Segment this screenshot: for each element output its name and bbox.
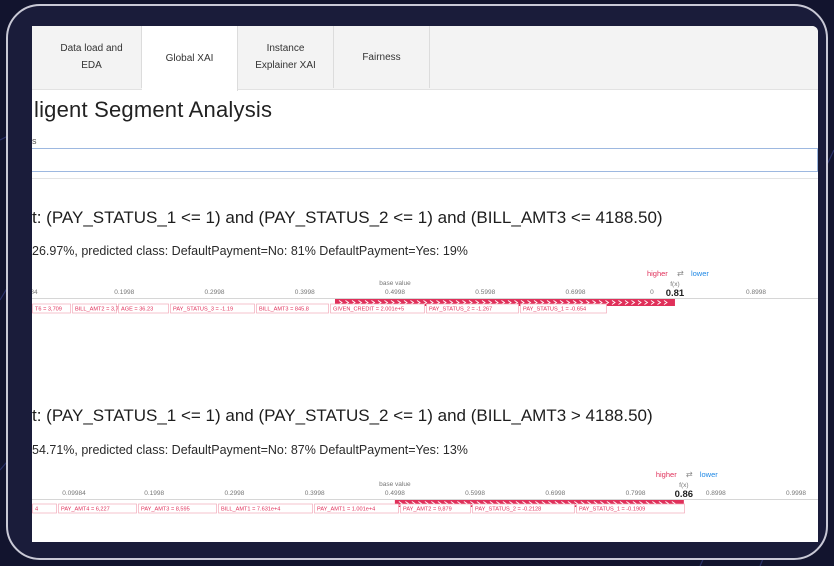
axis-tick-label: 0.5998	[475, 289, 495, 296]
tab-global-xai[interactable]: Global XAI	[142, 26, 238, 91]
axis-tick-label: 0.3998	[305, 490, 325, 497]
legend-higher: higher	[647, 269, 668, 278]
segment-title: t: (PAY_STATUS_1 <= 1) and (PAY_STATUS_2…	[32, 406, 653, 425]
tab-instance-explainer-xai[interactable]: Instance Explainer XAI	[238, 26, 334, 88]
segment-info: 26.97%, predicted class: DefaultPayment=…	[32, 244, 468, 258]
feature-tag: PAY_AMT3 = 8,595	[141, 507, 190, 513]
axis-tick-label: 0.6998	[566, 289, 586, 296]
feature-tag: PAY_STATUS_1 = -0.654	[523, 307, 586, 313]
base-value-label: base value	[379, 481, 411, 488]
feature-tag: GIVEN_CREDIT = 2.001e+5	[333, 307, 404, 313]
axis-tick-label: 0.6998	[545, 490, 565, 497]
tab-bar: Data load and EDA Global XAI Instance Ex…	[32, 26, 818, 91]
force-plot-svg: higher ⇄ lower f(x)0.81 base value 84 0.1998 0.…	[32, 269, 818, 314]
feature-tag: BILL_AMT3 = 845.8	[259, 307, 309, 313]
segment-title: t: (PAY_STATUS_1 <= 1) and (PAY_STATUS_2…	[32, 208, 663, 227]
feature-tag: PAY_STATUS_2 = -0.2128	[475, 507, 541, 513]
divider	[32, 178, 818, 179]
feature-tag: PAY_AMT2 = 9,879	[403, 507, 452, 513]
fx-label: f(x)	[670, 281, 679, 288]
force-plot: higher ⇄ lower f(x) 0.86 base value 0.09984 0.1…	[32, 467, 818, 537]
feature-tag: PAY_STATUS_3 = -1.19	[173, 307, 233, 313]
feature-tag: PAY_AMT1 = 1.001e+4	[317, 507, 375, 513]
feature-tag: T6 = 3,709	[35, 307, 62, 313]
axis-tick-label: 84	[32, 289, 38, 296]
search-input[interactable]	[32, 148, 818, 172]
page-title: ligent Segment Analysis	[34, 97, 273, 122]
axis-tick-label: 0.4998	[385, 289, 405, 296]
axis-tick-label: 0.2998	[224, 490, 244, 497]
axis-tick-label: 0.1998	[144, 490, 164, 497]
force-plot: higher ⇄ lower f(x) 0.81 base value 84 0.1998 0.…	[32, 266, 818, 336]
feature-tag: AGE = 36.23	[121, 307, 153, 313]
tab-data-load-eda[interactable]: Data load and EDA	[42, 26, 142, 88]
base-value-label: base value	[379, 280, 411, 287]
axis-tick-label: 0.7998	[626, 490, 646, 497]
axis-tick-label: 0.5998	[465, 490, 485, 497]
fx-value: 0.81	[666, 288, 685, 299]
legend-arrows-icon: ⇄	[686, 470, 693, 479]
axis-tick-label: 0.4998	[385, 490, 405, 497]
feature-tag: BILL_AMT2 = 3,754	[75, 307, 125, 313]
axis-tick-label: 0.2998	[205, 289, 225, 296]
axis-tick-label: 0.09984	[62, 490, 86, 497]
subtitle: s	[32, 136, 37, 146]
fx-value: 0.86	[675, 489, 694, 500]
axis-tick-label: 0.3998	[295, 289, 315, 296]
axis-tick-label: 0.9998	[786, 490, 806, 497]
force-plot-svg: higher ⇄ lower f(x)0.86 base value 0.09984 0.1…	[32, 470, 818, 514]
legend-lower: lower	[700, 470, 718, 479]
feature-tag: BILL_AMT1 = 7.631e+4	[221, 507, 280, 513]
legend-higher: higher	[656, 470, 677, 479]
segment-info: 54.71%, predicted class: DefaultPayment=…	[32, 443, 468, 457]
app-screen: Data load and EDA Global XAI Instance Ex…	[32, 26, 818, 542]
feature-tag: 4	[35, 507, 38, 513]
feature-tag: PAY_STATUS_2 = -1.267	[429, 307, 492, 313]
axis-tick-label: 0.8998	[746, 289, 766, 296]
legend-lower: lower	[691, 269, 709, 278]
axis-tick-label: 0.8998	[706, 490, 726, 497]
tab-fairness[interactable]: Fairness	[334, 26, 430, 88]
axis-tick-label: 0	[650, 289, 654, 296]
feature-tag: PAY_STATUS_1 = -0.1909	[579, 507, 645, 513]
feature-tag: PAY_AMT4 = 6,227	[61, 507, 110, 513]
fx-label: f(x)	[679, 482, 688, 489]
legend-arrows-icon: ⇄	[677, 269, 684, 278]
axis-tick-label: 0.1998	[114, 289, 134, 296]
